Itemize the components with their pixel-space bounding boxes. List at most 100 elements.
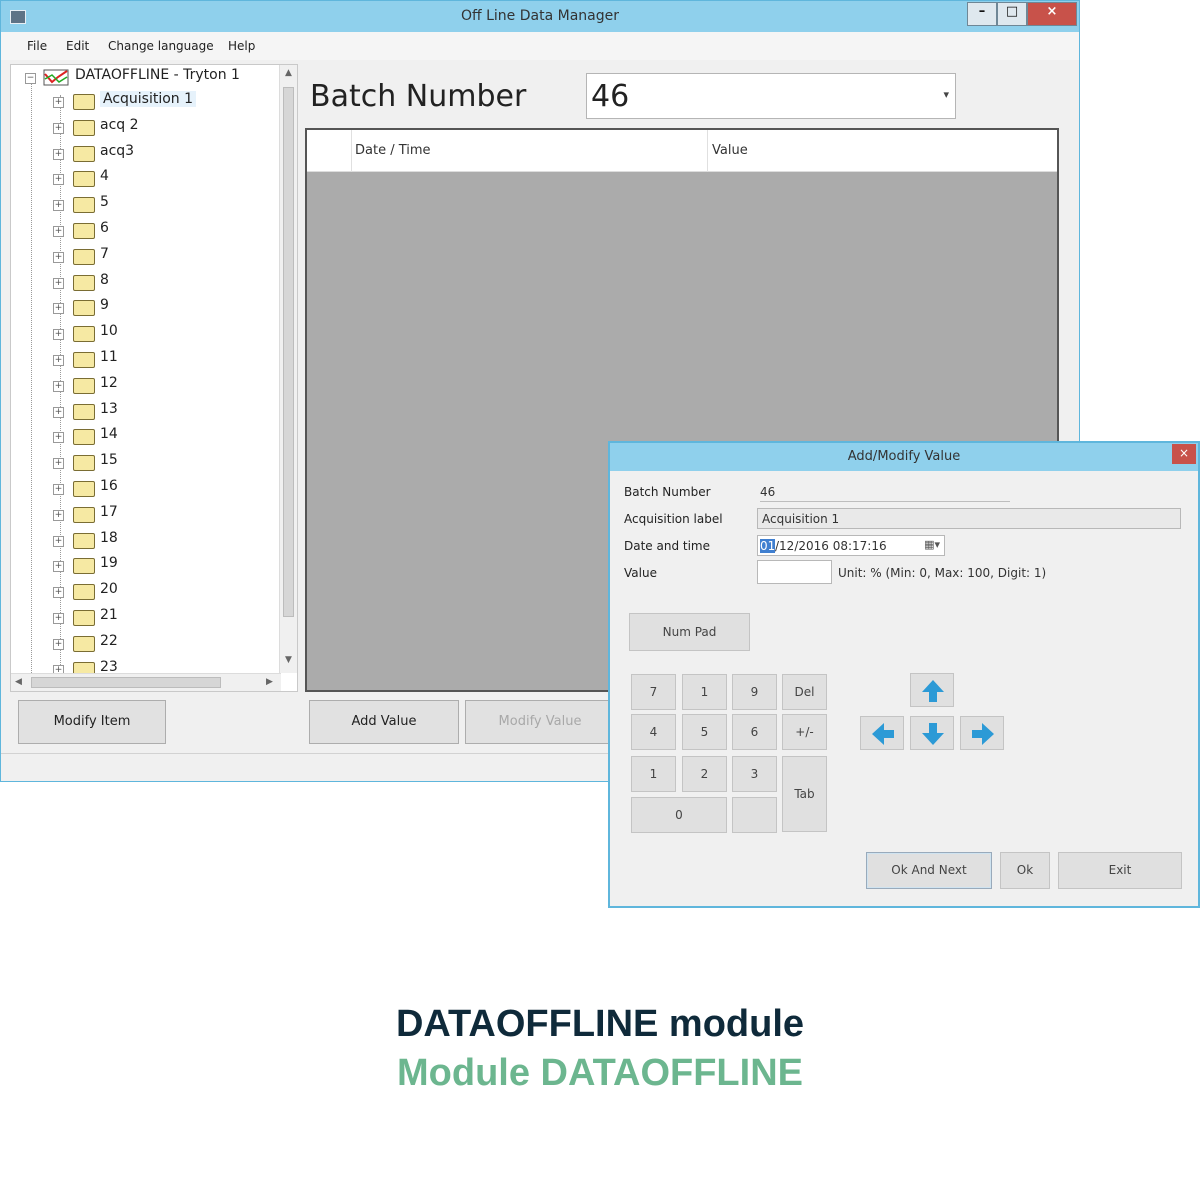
expand-icon[interactable]: + <box>53 458 64 470</box>
tree-item[interactable]: +15 <box>53 452 273 474</box>
value-input[interactable] <box>757 560 832 584</box>
scroll-down-icon[interactable]: ▼ <box>285 655 292 665</box>
tree-item[interactable]: +21 <box>53 607 273 629</box>
tree-item[interactable]: +22 <box>53 633 273 655</box>
scroll-right-icon[interactable]: ▶ <box>266 677 273 687</box>
expand-icon[interactable]: + <box>53 535 64 547</box>
modify-value-button[interactable]: Modify Value <box>465 700 615 744</box>
close-button[interactable]: × <box>1027 2 1077 26</box>
tree-item[interactable]: +8 <box>53 272 273 294</box>
tree-item[interactable]: + acq3 <box>53 143 273 165</box>
expand-icon[interactable]: + <box>53 561 64 573</box>
tree-item[interactable]: +4 <box>53 168 273 190</box>
dialog-close-button[interactable]: × <box>1172 444 1196 464</box>
scroll-thumb[interactable] <box>31 677 221 688</box>
key-5[interactable]: 5 <box>682 714 727 750</box>
expand-icon[interactable]: + <box>53 148 64 160</box>
menu-change-language[interactable]: Change language <box>108 39 214 53</box>
expand-icon[interactable]: + <box>53 122 64 134</box>
arrow-down-button[interactable] <box>910 716 954 750</box>
expand-icon[interactable]: + <box>53 303 64 315</box>
exit-button[interactable]: Exit <box>1058 852 1182 889</box>
tree-item-label: 21 <box>100 607 118 623</box>
key-blank[interactable] <box>732 797 777 833</box>
expand-icon[interactable]: + <box>53 484 64 495</box>
tree-item[interactable]: +17 <box>53 504 273 526</box>
tree-item[interactable]: +18 <box>53 530 273 552</box>
tree-item[interactable]: +7 <box>53 246 273 268</box>
tree-item[interactable]: +6 <box>53 220 273 242</box>
expand-icon[interactable]: + <box>53 638 64 650</box>
tree-item[interactable]: +20 <box>53 581 273 603</box>
key-1[interactable]: 1 <box>682 674 727 710</box>
tree-item[interactable]: +12 <box>53 375 273 397</box>
scroll-up-icon[interactable]: ▲ <box>285 68 292 78</box>
add-value-button[interactable]: Add Value <box>309 700 459 744</box>
expand-icon[interactable]: + <box>53 251 64 263</box>
tree-item[interactable]: +13 <box>53 401 273 423</box>
key-9[interactable]: 9 <box>732 674 777 710</box>
tree-horizontal-scrollbar[interactable]: ◀ ▶ <box>11 673 281 691</box>
tree-item[interactable]: +14 <box>53 426 273 448</box>
tree-vertical-scrollbar[interactable]: ▲ ▼ <box>279 65 297 673</box>
tag-folder-icon <box>73 481 95 497</box>
key-delete[interactable]: Del <box>782 674 827 710</box>
tree-item[interactable]: +11 <box>53 349 273 371</box>
expand-icon[interactable]: + <box>53 380 64 392</box>
key-0[interactable]: 0 <box>631 797 727 833</box>
key-tab[interactable]: Tab <box>782 756 827 832</box>
expand-icon[interactable]: + <box>53 277 64 289</box>
tag-folder-icon <box>73 377 95 394</box>
expand-icon[interactable]: + <box>53 355 64 366</box>
tag-folder-icon <box>73 300 95 317</box>
maximize-button[interactable]: □ <box>997 2 1027 26</box>
tree-panel[interactable]: − DATAOFFLINE - Tryton 1 + Acquisition 1 +… <box>10 64 298 692</box>
arrow-up-button[interactable] <box>910 673 954 707</box>
collapse-icon[interactable]: − <box>25 73 36 84</box>
scroll-thumb[interactable] <box>283 87 294 617</box>
key-2[interactable]: 2 <box>682 756 727 792</box>
date-time-picker[interactable]: 01 /12/2016 08:17:16 ▦▾ <box>757 535 945 556</box>
expand-icon[interactable]: + <box>53 587 64 599</box>
key-1-bottom[interactable]: 1 <box>631 756 676 792</box>
tag-folder-icon <box>73 455 95 472</box>
key-6[interactable]: 6 <box>732 714 777 750</box>
tree-item[interactable]: + Acquisition 1 <box>53 91 273 113</box>
tree-item[interactable]: +16 <box>53 478 273 500</box>
tree-item[interactable]: +5 <box>53 194 273 216</box>
column-value[interactable]: Value <box>712 143 748 158</box>
expand-icon[interactable]: + <box>53 329 64 341</box>
menu-file[interactable]: File <box>27 39 47 53</box>
menu-edit[interactable]: Edit <box>66 39 89 53</box>
key-4[interactable]: 4 <box>631 714 676 750</box>
key-3[interactable]: 3 <box>732 756 777 792</box>
expand-icon[interactable]: + <box>53 226 64 237</box>
column-date-time[interactable]: Date / Time <box>355 143 431 158</box>
tree-item[interactable]: +19 <box>53 555 273 577</box>
ok-button[interactable]: Ok <box>1000 852 1050 889</box>
expand-icon[interactable]: + <box>53 174 64 186</box>
expand-icon[interactable]: + <box>53 509 64 521</box>
tree-item[interactable]: + acq 2 <box>53 117 273 139</box>
expand-icon[interactable]: + <box>53 432 64 444</box>
key-plus-minus[interactable]: +/- <box>782 714 827 750</box>
key-7[interactable]: 7 <box>631 674 676 710</box>
menu-help[interactable]: Help <box>228 39 255 53</box>
tree-item[interactable]: +10 <box>53 323 273 345</box>
expand-icon[interactable]: + <box>53 613 64 624</box>
tree-item[interactable]: +9 <box>53 297 273 319</box>
calendar-dropdown-icon[interactable]: ▦▾ <box>924 538 940 551</box>
modify-item-button[interactable]: Modify Item <box>18 700 166 744</box>
tree-root[interactable]: − DATAOFFLINE - Tryton 1 <box>25 67 275 89</box>
expand-icon[interactable]: + <box>53 97 64 108</box>
arrow-right-button[interactable] <box>960 716 1004 750</box>
ok-and-next-button[interactable]: Ok And Next <box>866 852 992 889</box>
num-pad-toggle-button[interactable]: Num Pad <box>629 613 750 651</box>
scroll-left-icon[interactable]: ◀ <box>15 677 22 687</box>
minimize-button[interactable]: – <box>967 2 997 26</box>
expand-icon[interactable]: + <box>53 406 64 418</box>
batch-number-select[interactable]: 46 ▾ <box>586 73 956 119</box>
arrow-left-button[interactable] <box>860 716 904 750</box>
expand-icon[interactable]: + <box>53 200 64 212</box>
chevron-down-icon[interactable]: ▾ <box>943 88 949 101</box>
